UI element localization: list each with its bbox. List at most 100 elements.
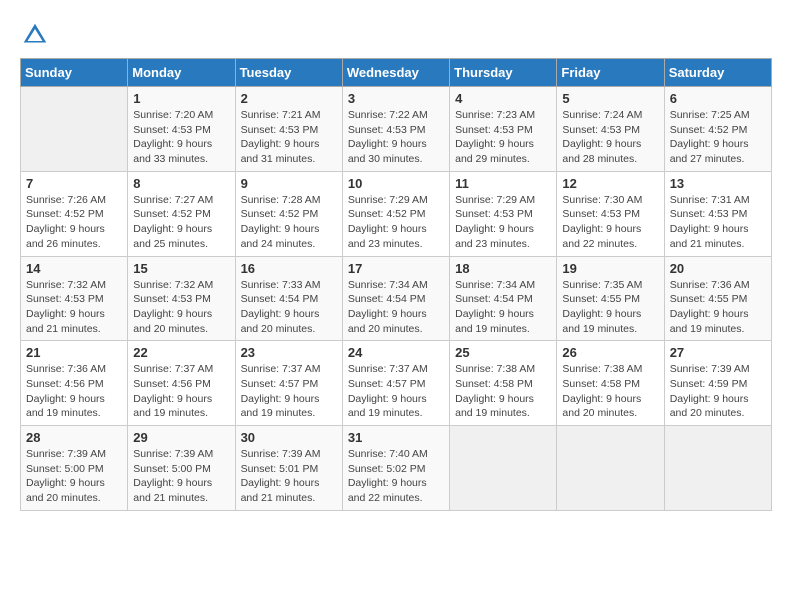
day-header-sunday: Sunday [21, 59, 128, 87]
calendar-table: SundayMondayTuesdayWednesdayThursdayFrid… [20, 58, 772, 511]
calendar-cell: 25 Sunrise: 7:38 AM Sunset: 4:58 PM Dayli… [450, 341, 557, 426]
day-info: Sunrise: 7:37 AM Sunset: 4:57 PM Dayligh… [348, 362, 444, 421]
calendar-cell: 4 Sunrise: 7:23 AM Sunset: 4:53 PM Daylig… [450, 87, 557, 172]
calendar-week-row: 21 Sunrise: 7:36 AM Sunset: 4:56 PM Dayli… [21, 341, 772, 426]
day-info: Sunrise: 7:40 AM Sunset: 5:02 PM Dayligh… [348, 447, 444, 506]
day-info: Sunrise: 7:25 AM Sunset: 4:52 PM Dayligh… [670, 108, 766, 167]
day-number: 10 [348, 176, 444, 191]
page-header [20, 20, 772, 50]
day-header-saturday: Saturday [664, 59, 771, 87]
calendar-cell: 18 Sunrise: 7:34 AM Sunset: 4:54 PM Dayli… [450, 256, 557, 341]
calendar-cell: 16Sunrise: 7:33 AM Sunset: 4:54 PM Dayli… [235, 256, 342, 341]
day-number: 20 [670, 261, 766, 276]
calendar-cell: 13 Sunrise: 7:31 AM Sunset: 4:53 PM Dayli… [664, 171, 771, 256]
calendar-cell: 10 Sunrise: 7:29 AM Sunset: 4:52 PM Dayli… [342, 171, 449, 256]
day-number: 23 [241, 345, 337, 360]
day-number: 1 [133, 91, 229, 106]
day-info: Sunrise: 7:34 AM Sunset: 4:54 PM Dayligh… [348, 278, 444, 337]
day-info: Sunrise: 7:21 AM Sunset: 4:53 PM Dayligh… [241, 108, 337, 167]
calendar-cell: 27 Sunrise: 7:39 AM Sunset: 4:59 PM Dayli… [664, 341, 771, 426]
day-info: Sunrise: 7:35 AM Sunset: 4:55 PM Dayligh… [562, 278, 658, 337]
calendar-cell: 8Sunrise: 7:27 AM Sunset: 4:52 PM Daylig… [128, 171, 235, 256]
logo [20, 20, 54, 50]
day-info: Sunrise: 7:29 AM Sunset: 4:52 PM Dayligh… [348, 193, 444, 252]
day-number: 12 [562, 176, 658, 191]
logo-icon [20, 20, 50, 50]
day-number: 14 [26, 261, 122, 276]
day-number: 18 [455, 261, 551, 276]
day-info: Sunrise: 7:23 AM Sunset: 4:53 PM Dayligh… [455, 108, 551, 167]
day-number: 9 [241, 176, 337, 191]
day-number: 11 [455, 176, 551, 191]
calendar-cell: 7Sunrise: 7:26 AM Sunset: 4:52 PM Daylig… [21, 171, 128, 256]
calendar-cell: 31 Sunrise: 7:40 AM Sunset: 5:02 PM Dayli… [342, 426, 449, 511]
calendar-cell: 1 Sunrise: 7:20 AM Sunset: 4:53 PM Daylig… [128, 87, 235, 172]
day-number: 27 [670, 345, 766, 360]
calendar-cell: 24Sunrise: 7:37 AM Sunset: 4:57 PM Dayli… [342, 341, 449, 426]
calendar-cell: 3 Sunrise: 7:22 AM Sunset: 4:53 PM Daylig… [342, 87, 449, 172]
day-number: 5 [562, 91, 658, 106]
day-info: Sunrise: 7:26 AM Sunset: 4:52 PM Dayligh… [26, 193, 122, 252]
calendar-cell: 17 Sunrise: 7:34 AM Sunset: 4:54 PM Dayli… [342, 256, 449, 341]
calendar-cell: 26 Sunrise: 7:38 AM Sunset: 4:58 PM Dayli… [557, 341, 664, 426]
calendar-cell: 20 Sunrise: 7:36 AM Sunset: 4:55 PM Dayli… [664, 256, 771, 341]
day-number: 25 [455, 345, 551, 360]
days-header-row: SundayMondayTuesdayWednesdayThursdayFrid… [21, 59, 772, 87]
calendar-week-row: 7Sunrise: 7:26 AM Sunset: 4:52 PM Daylig… [21, 171, 772, 256]
calendar-cell: 15Sunrise: 7:32 AM Sunset: 4:53 PM Dayli… [128, 256, 235, 341]
day-number: 13 [670, 176, 766, 191]
calendar-cell: 2 Sunrise: 7:21 AM Sunset: 4:53 PM Daylig… [235, 87, 342, 172]
calendar-cell [450, 426, 557, 511]
calendar-cell: 5 Sunrise: 7:24 AM Sunset: 4:53 PM Daylig… [557, 87, 664, 172]
day-header-friday: Friday [557, 59, 664, 87]
calendar-cell: 21 Sunrise: 7:36 AM Sunset: 4:56 PM Dayli… [21, 341, 128, 426]
day-info: Sunrise: 7:36 AM Sunset: 4:55 PM Dayligh… [670, 278, 766, 337]
day-info: Sunrise: 7:24 AM Sunset: 4:53 PM Dayligh… [562, 108, 658, 167]
day-info: Sunrise: 7:36 AM Sunset: 4:56 PM Dayligh… [26, 362, 122, 421]
day-info: Sunrise: 7:28 AM Sunset: 4:52 PM Dayligh… [241, 193, 337, 252]
calendar-cell [21, 87, 128, 172]
day-number: 29 [133, 430, 229, 445]
calendar-cell: 19 Sunrise: 7:35 AM Sunset: 4:55 PM Dayli… [557, 256, 664, 341]
day-number: 17 [348, 261, 444, 276]
day-number: 19 [562, 261, 658, 276]
day-number: 22 [133, 345, 229, 360]
calendar-cell: 9 Sunrise: 7:28 AM Sunset: 4:52 PM Daylig… [235, 171, 342, 256]
day-info: Sunrise: 7:38 AM Sunset: 4:58 PM Dayligh… [455, 362, 551, 421]
day-info: Sunrise: 7:30 AM Sunset: 4:53 PM Dayligh… [562, 193, 658, 252]
day-info: Sunrise: 7:38 AM Sunset: 4:58 PM Dayligh… [562, 362, 658, 421]
day-info: Sunrise: 7:29 AM Sunset: 4:53 PM Dayligh… [455, 193, 551, 252]
day-header-tuesday: Tuesday [235, 59, 342, 87]
day-number: 3 [348, 91, 444, 106]
day-number: 28 [26, 430, 122, 445]
day-info: Sunrise: 7:22 AM Sunset: 4:53 PM Dayligh… [348, 108, 444, 167]
calendar-cell: 12 Sunrise: 7:30 AM Sunset: 4:53 PM Dayli… [557, 171, 664, 256]
calendar-week-row: 28 Sunrise: 7:39 AM Sunset: 5:00 PM Dayli… [21, 426, 772, 511]
calendar-cell: 6 Sunrise: 7:25 AM Sunset: 4:52 PM Daylig… [664, 87, 771, 172]
day-info: Sunrise: 7:34 AM Sunset: 4:54 PM Dayligh… [455, 278, 551, 337]
day-info: Sunrise: 7:37 AM Sunset: 4:56 PM Dayligh… [133, 362, 229, 421]
day-number: 31 [348, 430, 444, 445]
day-header-monday: Monday [128, 59, 235, 87]
day-header-wednesday: Wednesday [342, 59, 449, 87]
day-header-thursday: Thursday [450, 59, 557, 87]
day-info: Sunrise: 7:39 AM Sunset: 5:01 PM Dayligh… [241, 447, 337, 506]
day-number: 6 [670, 91, 766, 106]
day-info: Sunrise: 7:39 AM Sunset: 4:59 PM Dayligh… [670, 362, 766, 421]
day-info: Sunrise: 7:39 AM Sunset: 5:00 PM Dayligh… [133, 447, 229, 506]
day-number: 26 [562, 345, 658, 360]
day-info: Sunrise: 7:20 AM Sunset: 4:53 PM Dayligh… [133, 108, 229, 167]
day-info: Sunrise: 7:31 AM Sunset: 4:53 PM Dayligh… [670, 193, 766, 252]
day-number: 21 [26, 345, 122, 360]
day-info: Sunrise: 7:32 AM Sunset: 4:53 PM Dayligh… [26, 278, 122, 337]
day-number: 15 [133, 261, 229, 276]
calendar-cell: 23 Sunrise: 7:37 AM Sunset: 4:57 PM Dayli… [235, 341, 342, 426]
calendar-week-row: 14 Sunrise: 7:32 AM Sunset: 4:53 PM Dayli… [21, 256, 772, 341]
day-number: 4 [455, 91, 551, 106]
day-number: 16 [241, 261, 337, 276]
day-info: Sunrise: 7:39 AM Sunset: 5:00 PM Dayligh… [26, 447, 122, 506]
day-info: Sunrise: 7:27 AM Sunset: 4:52 PM Dayligh… [133, 193, 229, 252]
calendar-cell: 28 Sunrise: 7:39 AM Sunset: 5:00 PM Dayli… [21, 426, 128, 511]
day-number: 2 [241, 91, 337, 106]
day-info: Sunrise: 7:37 AM Sunset: 4:57 PM Dayligh… [241, 362, 337, 421]
